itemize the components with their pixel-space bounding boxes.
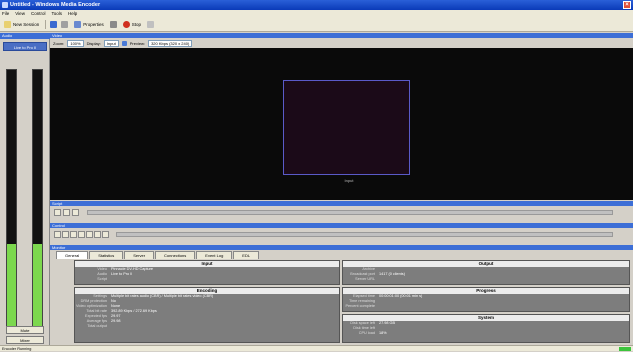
title-bar: Untitled - Windows Media Encoder × [0, 0, 633, 10]
audio-meter-left [6, 69, 17, 331]
encoding-row-value [109, 324, 339, 329]
preview-dropdown[interactable]: 320 Kbps (320 x 240) [148, 39, 193, 47]
video-toolbar: Zoom: 100% Display: Input Preview: 320 K… [50, 38, 633, 48]
script-button-1[interactable] [54, 208, 61, 216]
stop-label: Stop [131, 22, 142, 27]
progress-row-value [377, 304, 629, 309]
monitor-tabs: General Statistics Server Connections Ev… [56, 251, 260, 259]
control-button-7[interactable] [102, 230, 109, 238]
encoding-group: Encoding Settings Multiple bit rates audi… [74, 287, 340, 343]
script-input[interactable] [87, 209, 613, 215]
system-group: System Disk space left 27.98 GB Disk time … [342, 314, 630, 343]
script-button-2[interactable] [63, 208, 70, 216]
control-button-6[interactable] [94, 230, 101, 238]
video-caption: Input [344, 178, 354, 183]
new-session-label: New Session [13, 22, 40, 27]
monitor-panel-header: Monitor [50, 245, 633, 250]
tab-event-log[interactable]: Event Log [196, 251, 233, 259]
start-icon[interactable] [109, 21, 117, 28]
new-session-icon [4, 21, 11, 28]
close-icon[interactable]: × [623, 1, 631, 9]
mute-button[interactable]: Mute [6, 326, 44, 334]
input-row: Script [75, 277, 339, 282]
input-row-value [109, 277, 339, 282]
toolbar-divider [45, 20, 47, 29]
encoding-row-key: Total output [87, 324, 107, 328]
preview-icon[interactable] [121, 40, 127, 46]
control-button-1[interactable] [54, 230, 61, 238]
video-frame [283, 80, 410, 175]
help-icon[interactable] [147, 21, 155, 28]
display-label: Display: [86, 40, 101, 46]
preview-label: Preview: [129, 40, 146, 46]
audio-meter-left-fill [7, 244, 16, 330]
control-button-4[interactable] [78, 230, 85, 238]
app-icon [2, 2, 8, 8]
audio-panel: Live to Pro II Mute Mixer [0, 39, 50, 345]
output-row: Server URL [343, 277, 629, 282]
input-row-key: Script [97, 277, 107, 281]
tab-server[interactable]: Server [124, 251, 155, 259]
status-indicator [619, 347, 631, 351]
control-button-5[interactable] [86, 230, 93, 238]
properties-label: Properties [83, 22, 104, 27]
new-session-button[interactable]: New Session [2, 20, 41, 29]
encoding-row: Total output [75, 324, 339, 329]
window-title: Untitled - Windows Media Encoder [10, 2, 101, 8]
tab-general[interactable]: General [56, 251, 89, 259]
save-icon[interactable] [50, 21, 58, 28]
tab-connections[interactable]: Connections [155, 251, 196, 259]
control-button-2[interactable] [62, 230, 69, 238]
output-group: Output Archive Broadcast port 1417 (0 clie… [342, 260, 630, 285]
video-preview-area: Input [50, 48, 633, 200]
display-dropdown[interactable]: Input [103, 39, 119, 47]
control-timeline[interactable] [116, 231, 613, 237]
open-icon[interactable] [61, 21, 69, 28]
status-text: Encoder Running [2, 347, 32, 351]
properties-icon [74, 21, 82, 28]
input-group: Input Video Pinnacle DV-HD Capture Audio Li… [74, 260, 340, 285]
zoom-label: Zoom: [53, 40, 65, 46]
output-row-key: Server URL [355, 277, 375, 281]
system-row-value: 18% [379, 331, 387, 335]
status-bar: Encoder Running [0, 345, 633, 351]
progress-row: Percent complete [343, 304, 629, 309]
mixer-button[interactable]: Mixer [6, 336, 44, 344]
menu-bar: File View Control Tools Help [0, 10, 633, 18]
audio-source-button[interactable]: Live to Pro II [3, 42, 47, 51]
audio-meter-right-fill [33, 244, 42, 330]
toolbar: New Session Properties Stop [0, 18, 633, 32]
script-panel [50, 206, 633, 218]
tab-edl[interactable]: EDL [233, 251, 260, 259]
tab-statistics[interactable]: Statistics [89, 251, 124, 259]
properties-button[interactable]: Properties [72, 20, 106, 29]
menu-file[interactable]: File [2, 10, 9, 18]
stop-icon [122, 21, 130, 28]
output-row-value [377, 277, 629, 282]
system-row: CPU load 18% [343, 331, 629, 336]
audio-meter-right [32, 69, 43, 331]
control-button-3[interactable] [70, 230, 77, 238]
monitor-general: Input Video Pinnacle DV-HD Capture Audio Li… [50, 259, 633, 345]
menu-tools[interactable]: Tools [51, 10, 62, 18]
progress-group: Progress Elapsed time 00:00:01:00 (00:01 … [342, 287, 630, 312]
control-panel [50, 228, 633, 240]
system-row-key: CPU load [358, 331, 375, 335]
script-button-3[interactable] [72, 208, 79, 216]
encoder-window: Untitled - Windows Media Encoder × File … [0, 0, 633, 351]
zoom-dropdown[interactable]: 100% [67, 39, 84, 47]
menu-view[interactable]: View [15, 10, 25, 18]
menu-help[interactable]: Help [68, 10, 77, 18]
stop-button[interactable]: Stop [121, 20, 143, 29]
progress-row-key: Percent complete [345, 304, 375, 308]
menu-control[interactable]: Control [31, 10, 46, 18]
